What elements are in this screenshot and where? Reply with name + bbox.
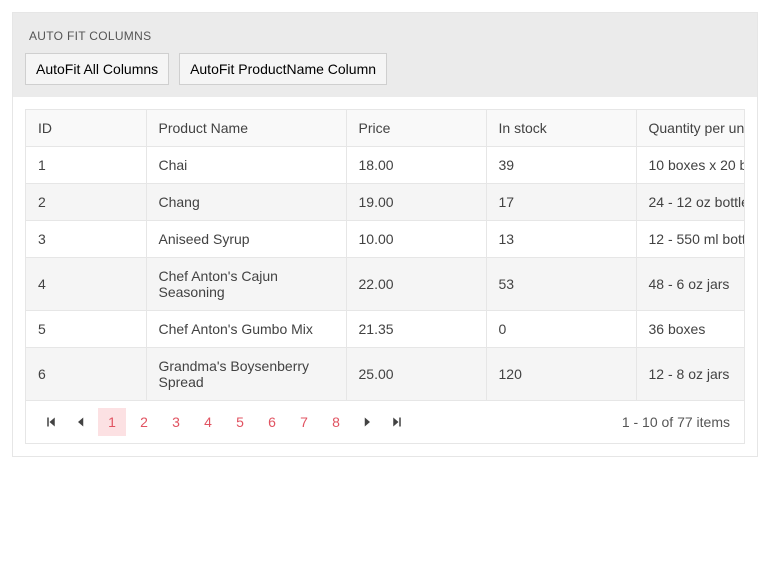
pager-page-4[interactable]: 4 xyxy=(194,408,222,436)
grid: IDProduct NamePriceIn stockQuantity per … xyxy=(25,109,745,444)
cell-price: 22.00 xyxy=(346,258,486,311)
cell-name: Chef Anton's Gumbo Mix xyxy=(146,311,346,348)
column-header-qpu[interactable]: Quantity per unit xyxy=(636,110,744,147)
seek-prev-icon xyxy=(75,416,87,428)
table-row[interactable]: 5Chef Anton's Gumbo Mix21.35036 boxes xyxy=(26,311,744,348)
cell-stock: 53 xyxy=(486,258,636,311)
cell-id: 3 xyxy=(26,221,146,258)
toolbar-title: AUTO FIT COLUMNS xyxy=(29,29,745,43)
cell-id: 4 xyxy=(26,258,146,311)
cell-stock: 120 xyxy=(486,348,636,401)
pager-numbers: 12345678 xyxy=(96,408,352,436)
cell-name: Aniseed Syrup xyxy=(146,221,346,258)
cell-stock: 13 xyxy=(486,221,636,258)
table-row[interactable]: 3Aniseed Syrup10.001312 - 550 ml bottles xyxy=(26,221,744,258)
grid-scroller[interactable]: IDProduct NamePriceIn stockQuantity per … xyxy=(26,110,744,400)
cell-stock: 17 xyxy=(486,184,636,221)
cell-id: 6 xyxy=(26,348,146,401)
pager-page-2[interactable]: 2 xyxy=(130,408,158,436)
cell-id: 2 xyxy=(26,184,146,221)
cell-name: Grandma's Boysenberry Spread xyxy=(146,348,346,401)
column-header-name[interactable]: Product Name xyxy=(146,110,346,147)
table-body: 1Chai18.003910 boxes x 20 bags2Chang19.0… xyxy=(26,147,744,401)
pager-page-7[interactable]: 7 xyxy=(290,408,318,436)
seek-first-icon xyxy=(45,416,57,428)
table-row[interactable]: 1Chai18.003910 boxes x 20 bags xyxy=(26,147,744,184)
cell-price: 25.00 xyxy=(346,348,486,401)
seek-last-icon xyxy=(391,416,403,428)
pager-prev-button[interactable] xyxy=(66,407,96,437)
table-header: IDProduct NamePriceIn stockQuantity per … xyxy=(26,110,744,147)
cell-qpu: 12 - 8 oz jars xyxy=(636,348,744,401)
cell-qpu: 24 - 12 oz bottles xyxy=(636,184,744,221)
cell-qpu: 12 - 550 ml bottles xyxy=(636,221,744,258)
table-row[interactable]: 2Chang19.001724 - 12 oz bottles xyxy=(26,184,744,221)
pager: 12345678 1 - 10 of 77 items xyxy=(26,400,744,443)
pager-last-button[interactable] xyxy=(382,407,412,437)
cell-id: 5 xyxy=(26,311,146,348)
data-table: IDProduct NamePriceIn stockQuantity per … xyxy=(26,110,744,400)
cell-name: Chef Anton's Cajun Seasoning xyxy=(146,258,346,311)
cell-price: 18.00 xyxy=(346,147,486,184)
column-header-price[interactable]: Price xyxy=(346,110,486,147)
cell-price: 19.00 xyxy=(346,184,486,221)
cell-qpu: 10 boxes x 20 bags xyxy=(636,147,744,184)
pager-next-button[interactable] xyxy=(352,407,382,437)
cell-name: Chang xyxy=(146,184,346,221)
pager-first-button[interactable] xyxy=(36,407,66,437)
cell-id: 1 xyxy=(26,147,146,184)
table-row[interactable]: 4Chef Anton's Cajun Seasoning22.005348 -… xyxy=(26,258,744,311)
pager-page-8[interactable]: 8 xyxy=(322,408,350,436)
cell-stock: 39 xyxy=(486,147,636,184)
column-header-stock[interactable]: In stock xyxy=(486,110,636,147)
pager-info: 1 - 10 of 77 items xyxy=(622,414,734,430)
seek-next-icon xyxy=(361,416,373,428)
demo-panel: AUTO FIT COLUMNS AutoFit All Columns Aut… xyxy=(12,12,758,457)
cell-qpu: 36 boxes xyxy=(636,311,744,348)
autofit-all-button[interactable]: AutoFit All Columns xyxy=(25,53,169,85)
column-header-id[interactable]: ID xyxy=(26,110,146,147)
pager-page-3[interactable]: 3 xyxy=(162,408,190,436)
pager-page-5[interactable]: 5 xyxy=(226,408,254,436)
cell-qpu: 48 - 6 oz jars xyxy=(636,258,744,311)
grid-container: IDProduct NamePriceIn stockQuantity per … xyxy=(13,97,757,456)
cell-price: 21.35 xyxy=(346,311,486,348)
cell-price: 10.00 xyxy=(346,221,486,258)
toolbar: AUTO FIT COLUMNS AutoFit All Columns Aut… xyxy=(13,13,757,97)
cell-stock: 0 xyxy=(486,311,636,348)
autofit-productname-button[interactable]: AutoFit ProductName Column xyxy=(179,53,387,85)
pager-page-1[interactable]: 1 xyxy=(98,408,126,436)
cell-name: Chai xyxy=(146,147,346,184)
pager-page-6[interactable]: 6 xyxy=(258,408,286,436)
table-row[interactable]: 6Grandma's Boysenberry Spread25.0012012 … xyxy=(26,348,744,401)
